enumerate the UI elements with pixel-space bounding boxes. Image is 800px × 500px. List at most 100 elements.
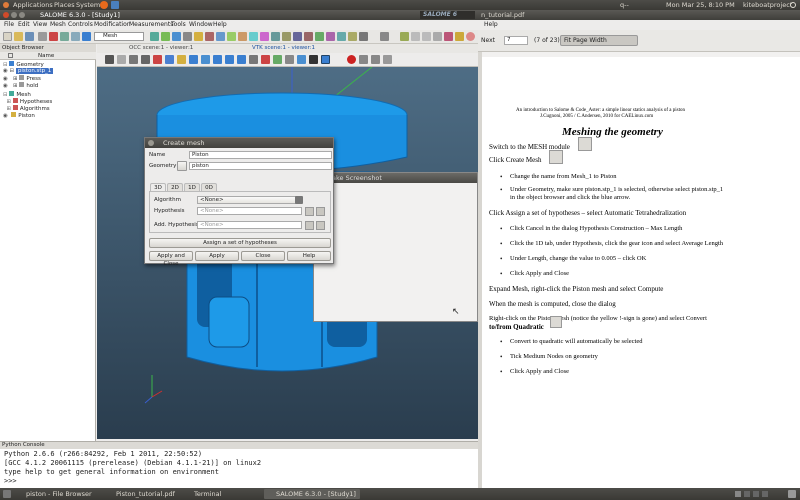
group-icon[interactable]: [216, 32, 225, 41]
name-column-header[interactable]: Name: [38, 52, 54, 60]
check-icon[interactable]: [400, 32, 409, 41]
view-top-icon[interactable]: [201, 55, 210, 64]
zoom-icon[interactable]: [129, 55, 138, 64]
record-icon[interactable]: [347, 55, 356, 64]
task-salome[interactable]: SALOME 6.3.0 - [Study1]: [264, 489, 360, 499]
tab-0d[interactable]: 0D: [201, 183, 217, 191]
sub-mesh-icon[interactable]: [172, 32, 181, 41]
geometry-module-icon[interactable]: [150, 32, 159, 41]
tab-1d[interactable]: 1D: [184, 183, 200, 191]
edge-icon[interactable]: [282, 32, 291, 41]
system-menu[interactable]: System: [76, 0, 100, 10]
mesh-info-icon[interactable]: [205, 32, 214, 41]
hypothesis-edit-icon[interactable]: [316, 207, 325, 216]
power-icon[interactable]: [790, 2, 796, 8]
mesh-module-icon[interactable]: [82, 32, 91, 41]
menu-modification[interactable]: Modification: [94, 20, 131, 30]
quality-icon[interactable]: [315, 32, 324, 41]
new-document-icon[interactable]: [3, 32, 12, 41]
show-desktop-icon[interactable]: [3, 490, 11, 498]
next-page-button[interactable]: Next: [481, 37, 495, 44]
tab-occ-viewer[interactable]: OCC scene:1 - viewer:1: [129, 44, 193, 53]
stop-icon[interactable]: [371, 55, 380, 64]
maximize-window-icon[interactable]: [19, 12, 25, 18]
rotate-icon[interactable]: [165, 55, 174, 64]
node-icon[interactable]: [271, 32, 280, 41]
gear-icon[interactable]: [455, 32, 464, 41]
clockwise-icon[interactable]: [249, 55, 258, 64]
help-circle-icon[interactable]: [466, 32, 475, 41]
close-button[interactable]: Close: [241, 251, 285, 261]
help-icon[interactable]: [111, 1, 119, 9]
zoom-select[interactable]: Fit Page Width: [560, 35, 638, 46]
menu-controls[interactable]: Controls: [68, 20, 93, 30]
view-bottom-icon[interactable]: [213, 55, 222, 64]
pdf-menu-help[interactable]: Help: [484, 20, 498, 30]
help-button[interactable]: Help: [287, 251, 331, 261]
menu-mesh[interactable]: Mesh: [50, 20, 66, 30]
select-geometry-arrow-icon[interactable]: [177, 161, 187, 171]
trash-icon[interactable]: [788, 490, 796, 498]
console-prompt[interactable]: >>>: [4, 477, 17, 486]
undo-icon[interactable]: [38, 32, 47, 41]
tree-item-piston-stp[interactable]: ◉ ⊟ piston.stp_1: [3, 68, 77, 75]
pause-icon[interactable]: [359, 55, 368, 64]
minimize-window-icon[interactable]: [11, 12, 17, 18]
transform-icon[interactable]: [260, 32, 269, 41]
firefox-icon[interactable]: [100, 1, 108, 9]
tab-vtk-viewer[interactable]: VTK scene:1 - viewer:1: [252, 44, 315, 53]
scroll-left-icon[interactable]: [433, 32, 442, 41]
assign-hypotheses-button[interactable]: Assign a set of hypotheses: [149, 238, 331, 248]
volume-icon[interactable]: [304, 32, 313, 41]
hypothesis-gear-icon[interactable]: [305, 207, 314, 216]
menu-help[interactable]: Help: [213, 20, 227, 30]
edit-mesh-icon[interactable]: [183, 32, 192, 41]
applications-menu[interactable]: Applications: [13, 0, 53, 10]
view-right-icon[interactable]: [237, 55, 246, 64]
apply-button[interactable]: Apply: [195, 251, 239, 261]
workspace-1[interactable]: [735, 491, 741, 497]
taper-icon[interactable]: [348, 32, 357, 41]
menu-edit[interactable]: Edit: [18, 20, 30, 30]
workspace-4[interactable]: [762, 491, 768, 497]
view-left-icon[interactable]: [225, 55, 234, 64]
copy-icon[interactable]: [60, 32, 69, 41]
dump-view-icon[interactable]: [105, 55, 114, 64]
menu-tools[interactable]: Tools: [171, 20, 186, 30]
tab-2d[interactable]: 2D: [167, 183, 183, 191]
delete-icon[interactable]: [49, 32, 58, 41]
task-pdf-viewer[interactable]: Piston_tutorial.pdf: [104, 489, 179, 499]
open-folder-icon[interactable]: [14, 32, 23, 41]
dump-icon[interactable]: [444, 32, 453, 41]
apply-and-close-button[interactable]: Apply and Close: [149, 251, 193, 267]
save-icon[interactable]: [25, 32, 34, 41]
close-window-icon[interactable]: [3, 12, 9, 18]
task-terminal[interactable]: Terminal: [182, 489, 262, 499]
add-hypothesis-edit-icon[interactable]: [316, 221, 325, 230]
workspace-3[interactable]: [753, 491, 759, 497]
face-icon[interactable]: [293, 32, 302, 41]
export-icon[interactable]: [238, 32, 247, 41]
import-icon[interactable]: [249, 32, 258, 41]
add-hypothesis-select[interactable]: <None>: [197, 221, 302, 229]
interaction-style-icon[interactable]: [117, 55, 126, 64]
next-icon[interactable]: [422, 32, 431, 41]
compute-icon[interactable]: [194, 32, 203, 41]
warp-icon[interactable]: [359, 32, 368, 41]
clipping-icon[interactable]: [321, 55, 330, 64]
ubuntu-logo-icon[interactable]: [3, 2, 9, 8]
fit-all-icon[interactable]: [153, 55, 162, 64]
tab-3d[interactable]: 3D: [150, 183, 166, 191]
page-number-input[interactable]: 7: [504, 36, 528, 45]
algorithm-select[interactable]: <None>: [197, 196, 302, 204]
anticlockwise-icon[interactable]: [261, 55, 270, 64]
places-menu[interactable]: Places: [54, 0, 75, 10]
create-mesh-icon[interactable]: [161, 32, 170, 41]
clock[interactable]: Mon Mar 25, 8:10 PM: [666, 0, 735, 10]
geometry-input[interactable]: piston: [189, 162, 332, 170]
dialog-close-icon[interactable]: [148, 140, 154, 146]
module-select[interactable]: Mesh: [94, 32, 144, 41]
menu-view[interactable]: View: [33, 20, 47, 30]
mesh-name-input[interactable]: Piston: [189, 151, 332, 159]
pan-icon[interactable]: [141, 55, 150, 64]
